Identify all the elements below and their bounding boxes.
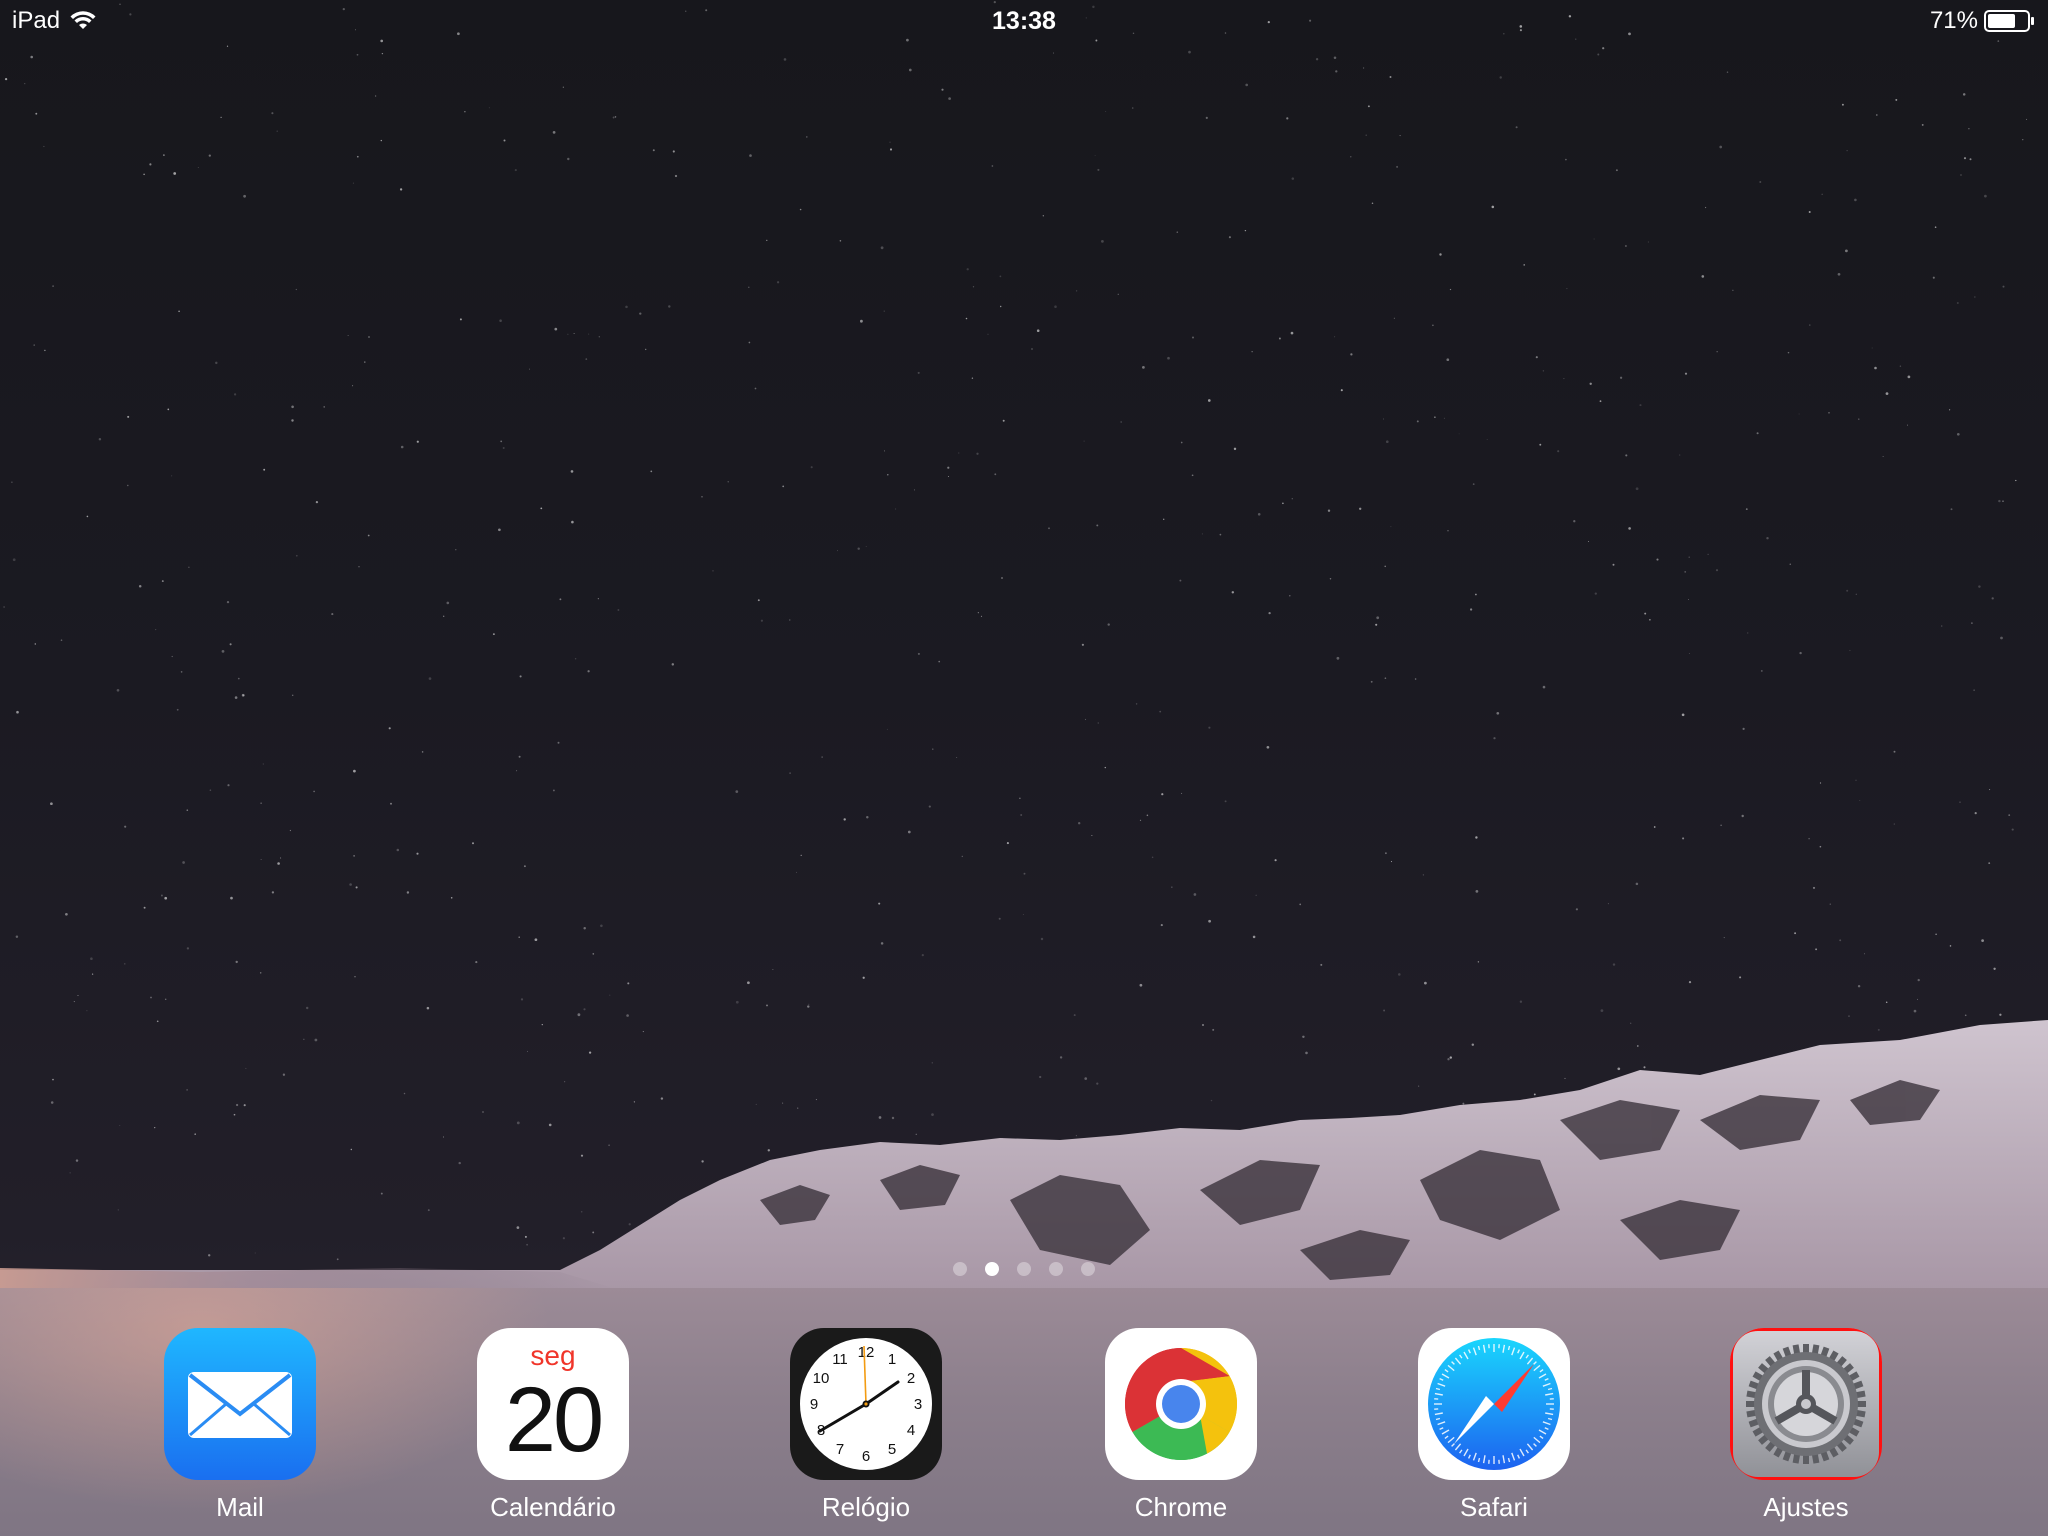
app-label-calendar: Calendário [490,1492,616,1522]
clock-numeral: 10 [813,1370,830,1387]
home-screen: iPad 13:38 71% Mail seg 20 Calendário 12… [0,0,2048,1536]
page-dot[interactable] [953,1262,967,1276]
app-settings[interactable]: Ajustes [1730,1328,1882,1522]
clock-numeral: 4 [907,1422,915,1439]
clock-numeral: 1 [888,1351,896,1368]
app-label-safari: Safari [1460,1492,1528,1522]
app-calendar[interactable]: seg 20 Calendário [477,1328,629,1522]
clock-numeral: 11 [832,1351,848,1368]
page-indicator[interactable] [0,1262,2048,1276]
clock-numeral: 3 [914,1396,922,1413]
mail-icon[interactable] [164,1328,316,1480]
safari-icon[interactable] [1418,1328,1570,1480]
clock-numeral: 5 [888,1441,896,1458]
page-dot[interactable] [1049,1262,1063,1276]
page-dot[interactable] [1081,1262,1095,1276]
app-clock[interactable]: 121234567891011 Relógio [790,1328,942,1522]
status-time: 13:38 [992,7,1056,35]
status-bar: iPad 13:38 71% [0,0,2048,40]
battery-icon [1984,9,2036,33]
settings-icon[interactable] [1730,1328,1882,1480]
clock-icon[interactable]: 121234567891011 [790,1328,942,1480]
app-label-mail: Mail [216,1492,264,1522]
calendar-icon[interactable]: seg 20 [477,1328,629,1480]
page-dot[interactable] [1017,1262,1031,1276]
clock-numeral: 12 [858,1344,875,1361]
app-safari[interactable]: Safari [1418,1328,1570,1522]
clock-numeral: 7 [836,1441,844,1458]
app-label-settings: Ajustes [1763,1492,1849,1522]
clock-numeral: 2 [907,1370,915,1387]
dock: Mail seg 20 Calendário 121234567891011 [0,1288,2048,1536]
page-dot[interactable] [985,1262,999,1276]
battery: 71% [1930,7,2036,35]
chrome-icon[interactable] [1105,1328,1257,1480]
app-label-chrome: Chrome [1134,1492,1228,1522]
app-mail[interactable]: Mail [164,1328,316,1522]
clock-numeral: 6 [862,1448,870,1465]
calendar-day: 20 [504,1369,604,1471]
clock-numeral: 9 [810,1396,818,1413]
battery-percent: 71% [1929,7,1978,34]
app-label-clock: Relógio [821,1492,911,1522]
app-chrome[interactable]: Chrome [1105,1328,1257,1522]
